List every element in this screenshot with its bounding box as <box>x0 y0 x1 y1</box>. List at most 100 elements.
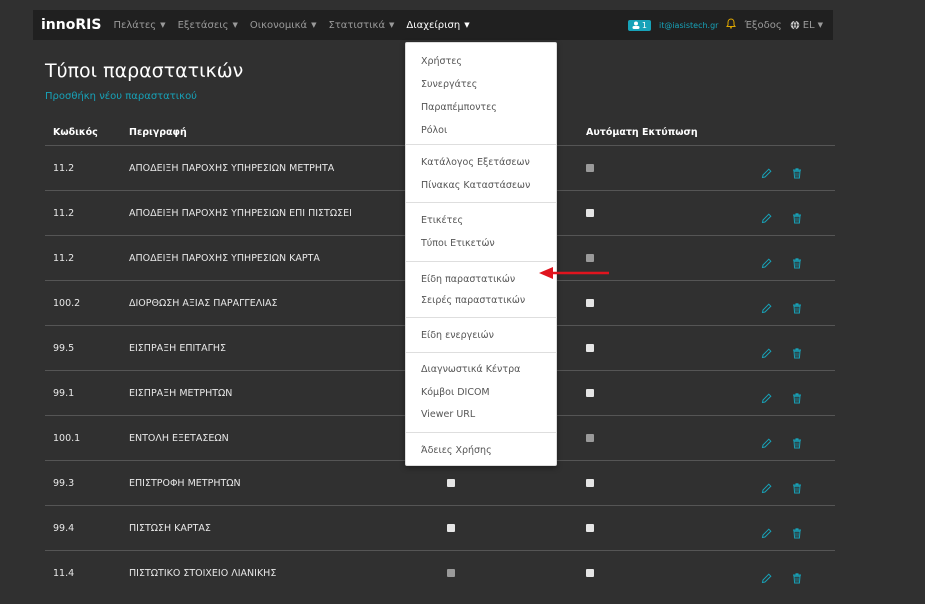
auto-print-checkbox[interactable] <box>586 524 594 532</box>
row-actions <box>761 326 802 370</box>
nav-item-label: Στατιστικά <box>328 19 386 31</box>
table-row: 99.4 ΠΙΣΤΩΣΗ ΚΑΡΤΑΣ <box>45 505 835 550</box>
nav-item-label: Πελάτες <box>113 19 157 31</box>
auto-print-checkbox[interactable] <box>586 569 594 577</box>
menu-item-diagnostic-centers[interactable]: Διαγνωστικά Κέντρα <box>421 364 520 375</box>
caret-down-icon: ▼ <box>389 21 395 29</box>
row-code: 99.4 <box>53 522 75 534</box>
nav-item-exams[interactable]: Εξετάσεις ▼ <box>178 20 238 31</box>
pencil-icon[interactable] <box>761 303 772 317</box>
auto-print-checkbox-cell <box>586 551 594 595</box>
row-description: ΕΝΤΟΛΗ ΕΞΕΤΑΣΕΩΝ <box>129 432 229 444</box>
menu-item-viewer-url[interactable]: Viewer URL <box>421 409 475 420</box>
auto-print-checkbox[interactable] <box>586 434 594 442</box>
pencil-icon[interactable] <box>761 168 772 182</box>
menu-item-document-types[interactable]: Είδη παραστατικών <box>421 274 515 285</box>
add-document-type-link[interactable]: Προσθήκη νέου παραστατικού <box>45 91 197 102</box>
auto-print-checkbox-cell <box>586 416 594 460</box>
caret-down-icon: ▼ <box>311 21 317 29</box>
pencil-icon[interactable] <box>761 573 772 587</box>
auto-print-checkbox[interactable] <box>586 164 594 172</box>
menu-item-labels[interactable]: Ετικέτες <box>421 215 463 226</box>
row-code: 100.1 <box>53 432 81 444</box>
header-description: Περιγραφή <box>129 126 187 138</box>
row-description: ΕΙΣΠΡΑΞΗ ΜΕΤΡΗΤΩΝ <box>129 387 233 399</box>
row-actions <box>761 416 802 460</box>
trash-icon[interactable] <box>792 348 802 362</box>
pencil-icon[interactable] <box>761 348 772 362</box>
row-description: ΔΙΟΡΘΩΣΗ ΑΞΙΑΣ ΠΑΡΑΓΓΕΛΙΑΣ <box>129 297 278 309</box>
nav-item-label: Εξετάσεις <box>177 19 229 31</box>
auto-print-checkbox[interactable] <box>586 389 594 397</box>
pencil-icon[interactable] <box>761 213 772 227</box>
bell-icon[interactable] <box>726 18 737 32</box>
language-selector[interactable]: EL ▼ <box>790 20 823 31</box>
trash-icon[interactable] <box>792 528 802 542</box>
menu-item-dicom-nodes[interactable]: Κόμβοι DICOM <box>421 387 490 398</box>
trash-icon[interactable] <box>792 573 802 587</box>
menu-item-document-series[interactable]: Σειρές παραστατικών <box>421 295 525 306</box>
auto-print-checkbox[interactable] <box>586 299 594 307</box>
menu-item-status-table[interactable]: Πίνακας Καταστάσεων <box>421 180 530 191</box>
auto-print-checkbox-cell <box>586 326 594 370</box>
nav-item-management[interactable]: Διαχείριση ▼ <box>406 20 469 31</box>
row-description: ΕΠΙΣΤΡΟΦΗ ΜΕΤΡΗΤΩΝ <box>129 477 241 489</box>
menu-item-label-types[interactable]: Τύποι Ετικετών <box>421 238 495 249</box>
row-code: 99.5 <box>53 342 75 354</box>
row-actions <box>761 191 802 235</box>
row-code: 100.2 <box>53 297 81 309</box>
menu-divider <box>406 202 556 203</box>
row-code: 11.2 <box>53 252 75 264</box>
user-email[interactable]: it@iasistech.gr <box>659 21 718 30</box>
auto-print-checkbox[interactable] <box>586 479 594 487</box>
menu-item-partners[interactable]: Συνεργάτες <box>421 79 477 90</box>
trash-icon[interactable] <box>792 483 802 497</box>
auto-print-checkbox[interactable] <box>586 254 594 262</box>
row-description: ΑΠΟΔΕΙΞΗ ΠΑΡΟΧΗΣ ΥΠΗΡΕΣΙΩΝ ΜΕΤΡΗΤΑ <box>129 162 335 174</box>
auto-print-checkbox[interactable] <box>586 344 594 352</box>
nav-item-clients[interactable]: Πελάτες ▼ <box>113 20 165 31</box>
pencil-icon[interactable] <box>761 393 772 407</box>
row-checkbox[interactable] <box>447 524 455 532</box>
trash-icon[interactable] <box>792 213 802 227</box>
row-checkbox-cell <box>447 461 455 505</box>
menu-item-licenses[interactable]: Άδειες Χρήσης <box>421 445 492 456</box>
nav-item-statistics[interactable]: Στατιστικά ▼ <box>328 20 394 31</box>
auto-print-checkbox[interactable] <box>586 209 594 217</box>
pencil-icon[interactable] <box>761 258 772 272</box>
menu-item-exam-catalog[interactable]: Κατάλογος Εξετάσεων <box>421 157 530 168</box>
row-actions <box>761 236 802 280</box>
pencil-icon[interactable] <box>761 438 772 452</box>
caret-down-icon: ▼ <box>464 21 470 29</box>
brand-logo[interactable]: innoRIS <box>41 17 101 33</box>
caret-down-icon: ▼ <box>817 21 823 29</box>
nav-item-financial[interactable]: Οικονομικά ▼ <box>250 20 317 31</box>
menu-item-action-types[interactable]: Είδη ενεργειών <box>421 330 494 341</box>
pencil-icon[interactable] <box>761 528 772 542</box>
pencil-icon[interactable] <box>761 483 772 497</box>
auto-print-checkbox-cell <box>586 191 594 235</box>
row-actions <box>761 146 802 190</box>
trash-icon[interactable] <box>792 393 802 407</box>
menu-item-referrers[interactable]: Παραπέμποντες <box>421 102 497 113</box>
logout-link[interactable]: Έξοδος <box>744 20 781 31</box>
table-row: 99.3 ΕΠΙΣΤΡΟΦΗ ΜΕΤΡΗΤΩΝ <box>45 460 835 505</box>
user-icon <box>632 21 640 29</box>
row-description: ΠΙΣΤΩΣΗ ΚΑΡΤΑΣ <box>129 522 211 534</box>
menu-divider <box>406 144 556 145</box>
row-checkbox[interactable] <box>447 479 455 487</box>
trash-icon[interactable] <box>792 168 802 182</box>
row-checkbox[interactable] <box>447 569 455 577</box>
user-badge[interactable]: 1 <box>627 19 651 31</box>
menu-divider <box>406 432 556 433</box>
trash-icon[interactable] <box>792 258 802 272</box>
menu-divider <box>406 317 556 318</box>
trash-icon[interactable] <box>792 303 802 317</box>
header-auto-print: Αυτόματη Εκτύπωση <box>586 126 698 138</box>
trash-icon[interactable] <box>792 438 802 452</box>
nav-item-label: Διαχείριση <box>406 19 461 31</box>
row-code: 11.2 <box>53 207 75 219</box>
language-code: EL <box>802 19 815 31</box>
menu-item-roles[interactable]: Ρόλοι <box>421 125 447 136</box>
menu-item-users[interactable]: Χρήστες <box>421 56 462 67</box>
